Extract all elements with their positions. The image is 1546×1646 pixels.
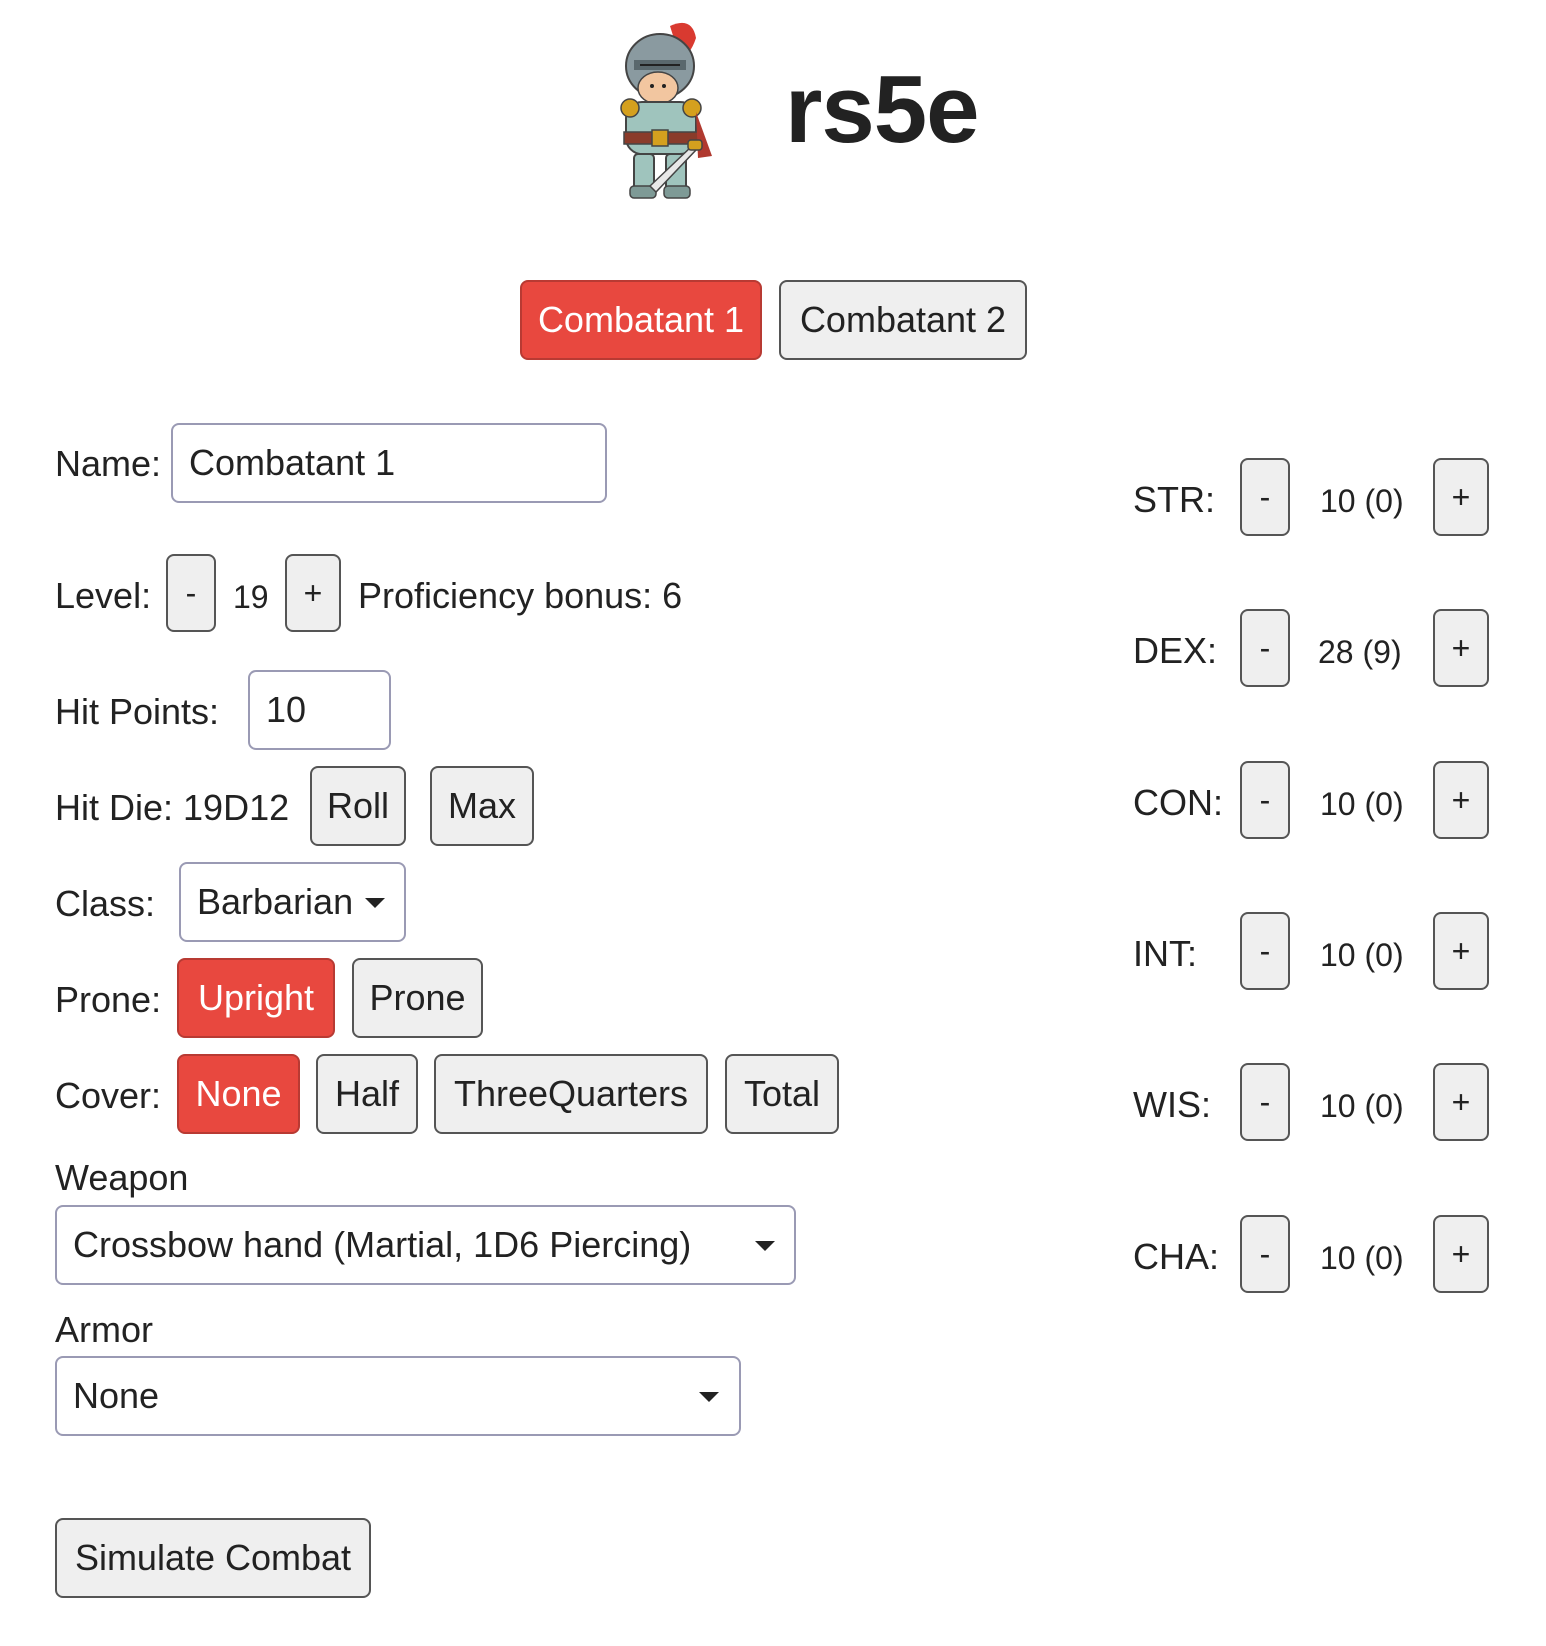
cover-option-half[interactable]: Half [316,1054,418,1134]
name-input[interactable]: Combatant 1 [171,423,607,503]
weapon-select[interactable]: Crossbow hand (Martial, 1D6 Piercing) [55,1205,796,1285]
str-value: 10 (0) [1320,483,1404,519]
name-label: Name: [55,443,162,484]
con-value: 10 (0) [1320,786,1404,822]
class-label: Class: [55,883,156,924]
simulate-combat-button[interactable]: Simulate Combat [55,1518,371,1598]
int-decrement-button[interactable]: - [1240,912,1290,990]
wis-increment-button[interactable]: + [1433,1063,1489,1141]
max-button[interactable]: Max [430,766,534,846]
cover-option-total[interactable]: Total [725,1054,839,1134]
roll-button[interactable]: Roll [310,766,406,846]
cha-value: 10 (0) [1320,1240,1404,1276]
cha-decrement-button[interactable]: - [1240,1215,1290,1293]
stat-label-dex: DEX: [1133,630,1218,671]
proficiency-bonus: Proficiency bonus: 6 [358,575,683,616]
caret-down-icon [755,1241,775,1251]
caret-down-icon [699,1392,719,1402]
wis-decrement-button[interactable]: - [1240,1063,1290,1141]
prone-label: Prone: [55,979,162,1020]
cha-increment-button[interactable]: + [1433,1215,1489,1293]
str-decrement-button[interactable]: - [1240,458,1290,536]
cover-label: Cover: [55,1075,162,1116]
dex-value: 28 (9) [1318,634,1402,670]
tab-combatant-1[interactable]: Combatant 1 [520,280,762,360]
tab-combatant-2[interactable]: Combatant 2 [779,280,1027,360]
name-input-value: Combatant 1 [189,442,396,483]
str-increment-button[interactable]: + [1433,458,1489,536]
hit-die-text: Hit Die: 19D12 [55,787,290,828]
con-decrement-button[interactable]: - [1240,761,1290,839]
armor-select-value: None [73,1375,160,1416]
level-increment-button[interactable]: + [285,554,341,632]
app-title: rs5e [785,56,980,163]
armor-select[interactable]: None [55,1356,741,1436]
con-increment-button[interactable]: + [1433,761,1489,839]
stat-label-con: CON: [1133,782,1223,823]
cover-option-none[interactable]: None [177,1054,300,1134]
stat-label-wis: WIS: [1133,1084,1211,1125]
weapon-select-value: Crossbow hand (Martial, 1D6 Piercing) [73,1224,692,1265]
stat-label-cha: CHA: [1133,1236,1220,1277]
weapon-label: Weapon [55,1157,189,1198]
hit-points-value: 10 [266,689,307,730]
knight-logo-icon [620,22,712,199]
level-decrement-button[interactable]: - [166,554,216,632]
wis-value: 10 (0) [1320,1088,1404,1124]
armor-label: Armor [55,1309,153,1350]
prone-option-prone[interactable]: Prone [352,958,483,1038]
level-label: Level: [55,575,152,616]
dex-decrement-button[interactable]: - [1240,609,1290,687]
level-value: 19 [233,579,269,615]
stat-label-int: INT: [1133,933,1198,974]
class-select[interactable]: Barbarian [179,862,406,942]
class-select-value: Barbarian [197,881,354,922]
int-value: 10 (0) [1320,937,1404,973]
cover-option-three-quarters[interactable]: ThreeQuarters [434,1054,708,1134]
hit-points-label: Hit Points: [55,691,220,732]
dex-increment-button[interactable]: + [1433,609,1489,687]
caret-down-icon [365,898,385,908]
prone-option-upright[interactable]: Upright [177,958,335,1038]
int-increment-button[interactable]: + [1433,912,1489,990]
hit-points-input[interactable]: 10 [248,670,391,750]
stat-label-str: STR: [1133,479,1216,520]
